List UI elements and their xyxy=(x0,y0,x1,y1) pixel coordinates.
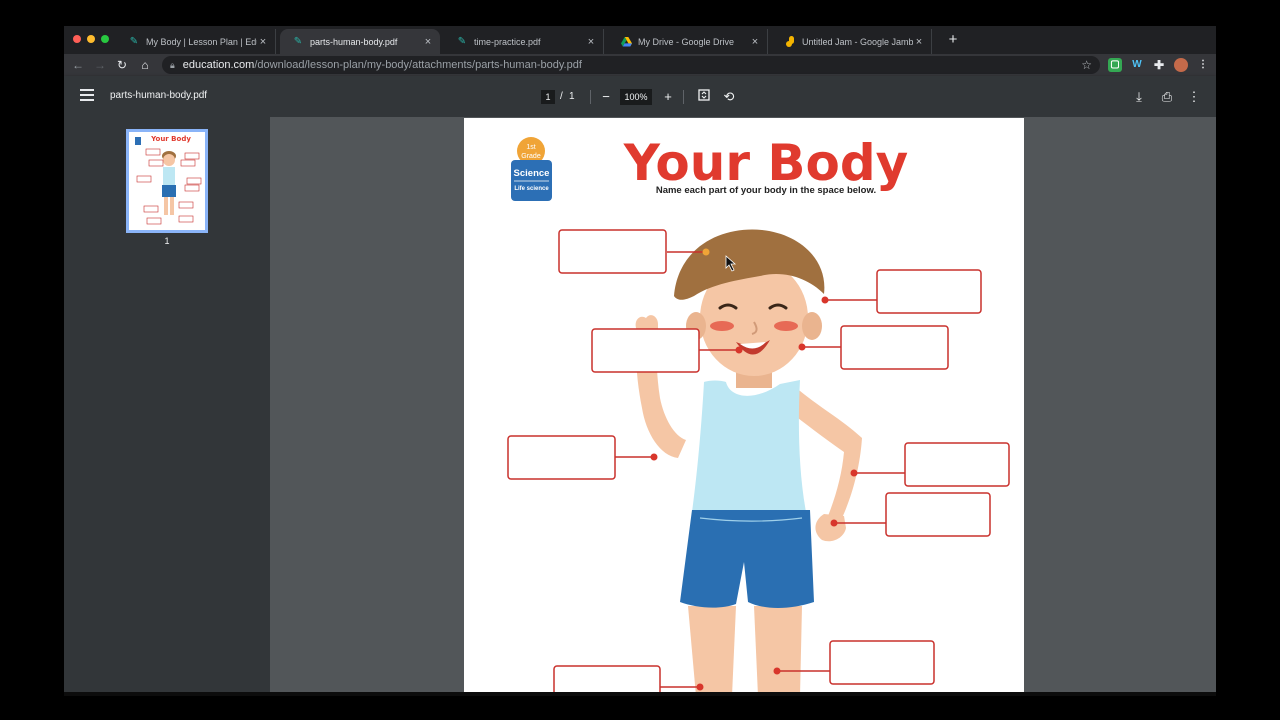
education-icon: ✎ xyxy=(129,36,139,47)
tab-time-practice[interactable]: ✎ time-practice.pdf × xyxy=(444,29,604,54)
label-box-hand xyxy=(885,492,991,537)
lock-icon: 🔒︎ xyxy=(170,59,175,70)
thumbnail-sidebar: Your Body 1 xyxy=(64,117,270,696)
home-icon[interactable]: ⌂ xyxy=(136,56,154,74)
more-options-icon[interactable]: ⋮ xyxy=(1185,88,1203,106)
browser-toolbar: ← → ↻ ⌂ 🔒︎ education.com /download/lesso… xyxy=(64,54,1216,76)
education-icon: ✎ xyxy=(293,36,303,47)
close-tab-icon[interactable]: × xyxy=(749,36,761,48)
label-box-elbow xyxy=(507,435,616,480)
close-window-icon[interactable] xyxy=(73,35,81,43)
close-tab-icon[interactable]: × xyxy=(422,36,434,48)
pdf-title: parts-human-body.pdf xyxy=(110,90,208,101)
pdf-toolbar: parts-human-body.pdf 1 / 1 − 100% + ⟲ ⤓ … xyxy=(64,76,1216,117)
forward-icon[interactable]: → xyxy=(91,56,109,74)
page-total: 1 xyxy=(569,91,575,102)
page-thumbnail[interactable]: Your Body xyxy=(126,129,208,233)
address-bar[interactable]: 🔒︎ education.com /download/lesson-plan/m… xyxy=(162,56,1100,74)
label-box-hair xyxy=(558,229,667,274)
subject-sublabel: Life science xyxy=(514,186,549,192)
worksheet-subtitle: Name each part of your body in the space… xyxy=(656,185,876,196)
rotate-icon[interactable]: ⟲ xyxy=(720,88,738,106)
divider xyxy=(590,90,591,104)
browser-window: ✎ My Body | Lesson Plan | Educa × ✎ part… xyxy=(64,26,1216,696)
bookmark-star-icon[interactable]: ☆ xyxy=(1081,56,1092,74)
worksheet-illustration: 1st Grade Science Life science Your Body… xyxy=(507,134,1010,696)
pdf-page: 1st Grade Science Life science Your Body… xyxy=(464,118,1024,696)
subject-label: Science xyxy=(514,168,550,179)
tab-jamboard[interactable]: Untitled Jam - Google Jamboa × xyxy=(772,29,932,54)
zoom-out-icon[interactable]: − xyxy=(597,88,615,106)
zoom-in-icon[interactable]: + xyxy=(659,88,677,106)
address-host: education.com xyxy=(182,59,255,71)
page-separator: / xyxy=(560,91,563,102)
page-number-input[interactable]: 1 xyxy=(541,90,555,104)
zoom-input[interactable]: 100% xyxy=(620,89,652,105)
tab-label: My Drive - Google Drive xyxy=(638,36,735,47)
label-box-mouth xyxy=(591,328,700,373)
extension-w-icon[interactable]: W xyxy=(1130,58,1144,72)
minimize-window-icon[interactable] xyxy=(87,35,95,43)
close-tab-icon[interactable]: × xyxy=(257,36,269,48)
back-icon[interactable]: ← xyxy=(69,56,87,74)
grade-badge-line2: Grade xyxy=(521,153,541,160)
thumbnail-title: Your Body xyxy=(150,135,191,143)
google-drive-icon xyxy=(620,36,632,48)
menu-icon[interactable] xyxy=(80,89,94,103)
reload-icon[interactable]: ↻ xyxy=(113,56,131,74)
tab-google-drive[interactable]: My Drive - Google Drive × xyxy=(608,29,768,54)
tab-label: Untitled Jam - Google Jamboa xyxy=(802,36,913,47)
subject-badge xyxy=(511,160,552,201)
thumbnail-page-number: 1 xyxy=(164,236,170,246)
tab-label: parts-human-body.pdf xyxy=(310,36,398,47)
label-box-knee xyxy=(829,640,935,685)
grade-badge-line1: 1st xyxy=(526,144,535,151)
tab-strip: ✎ My Body | Lesson Plan | Educa × ✎ part… xyxy=(64,26,1216,54)
tab-label: My Body | Lesson Plan | Educa xyxy=(146,36,257,47)
tab-parts-human-body[interactable]: ✎ parts-human-body.pdf × xyxy=(280,29,440,54)
close-tab-icon[interactable]: × xyxy=(913,36,925,48)
label-box-wrist xyxy=(904,442,1010,487)
education-icon: ✎ xyxy=(457,36,467,47)
puzzle-icon[interactable]: ✚ xyxy=(1152,58,1166,72)
maximize-window-icon[interactable] xyxy=(101,35,109,43)
pdf-viewport: 1st Grade Science Life science Your Body… xyxy=(270,117,1216,696)
address-path: /download/lesson-plan/my-body/attachment… xyxy=(254,59,582,71)
tab-lesson-plan[interactable]: ✎ My Body | Lesson Plan | Educa × xyxy=(116,29,276,54)
download-icon[interactable]: ⤓ xyxy=(1130,88,1148,106)
tab-label: time-practice.pdf xyxy=(474,36,541,47)
worksheet-title: Your Body xyxy=(623,134,908,192)
tank-top xyxy=(692,380,806,512)
extension-green-icon[interactable]: ▢ xyxy=(1108,58,1122,72)
shorts xyxy=(680,510,814,608)
label-box-eye xyxy=(876,269,982,314)
screen-bottom-bar xyxy=(64,692,1216,696)
close-tab-icon[interactable]: × xyxy=(585,36,597,48)
divider xyxy=(683,90,684,104)
profile-avatar[interactable] xyxy=(1174,58,1188,72)
chrome-menu-icon[interactable]: ⋮ xyxy=(1196,58,1210,72)
jamboard-icon xyxy=(784,36,796,48)
new-tab-icon[interactable]: + xyxy=(944,31,962,49)
fit-page-icon[interactable] xyxy=(695,88,713,106)
print-icon[interactable]: ⎙ xyxy=(1158,88,1176,106)
label-box-cheek xyxy=(840,325,949,370)
